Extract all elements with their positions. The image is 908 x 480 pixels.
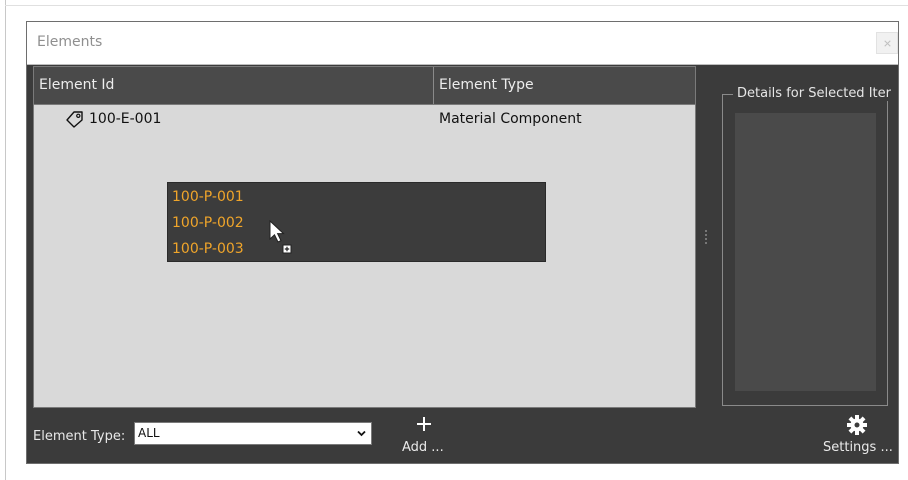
element-type-select-value: ALL bbox=[138, 426, 160, 440]
grid-header: Element Id Element Type bbox=[34, 67, 695, 105]
details-panel-title: Details for Selected Iter bbox=[733, 86, 892, 101]
page-edge bbox=[5, 5, 908, 6]
drag-copy-cursor-icon bbox=[269, 220, 292, 254]
column-header-element-type[interactable]: Element Type bbox=[434, 67, 695, 104]
add-button-label: Add ... bbox=[402, 440, 444, 455]
settings-button[interactable]: Settings ... bbox=[818, 412, 898, 458]
element-type-select[interactable]: ALL bbox=[134, 422, 372, 445]
element-id-cell: 100-E-001 bbox=[89, 111, 162, 127]
page-edge bbox=[5, 0, 6, 480]
close-icon bbox=[883, 39, 891, 47]
add-button[interactable]: Add ... bbox=[400, 412, 448, 458]
settings-button-label: Settings ... bbox=[823, 440, 893, 455]
element-type-label: Element Type: bbox=[33, 429, 126, 444]
title-bar: Elements bbox=[27, 22, 898, 65]
drag-preview-item: 100-P-001 bbox=[172, 189, 244, 205]
tag-icon bbox=[66, 111, 83, 128]
gear-icon bbox=[847, 415, 867, 435]
drag-preview-item: 100-P-003 bbox=[172, 241, 244, 257]
plus-icon bbox=[417, 417, 431, 431]
drag-preview-list: 100-P-001 100-P-002 100-P-003 bbox=[167, 182, 546, 262]
splitter-grip-icon[interactable] bbox=[705, 230, 707, 244]
chevron-down-icon bbox=[357, 430, 366, 437]
column-header-element-id[interactable]: Element Id bbox=[34, 67, 434, 104]
drag-preview-item: 100-P-002 bbox=[172, 215, 244, 231]
details-panel: Details for Selected Iter bbox=[722, 86, 892, 406]
close-button[interactable] bbox=[876, 32, 898, 54]
element-type-cell: Material Component bbox=[439, 111, 582, 127]
details-panel-body bbox=[735, 113, 876, 391]
window-title: Elements bbox=[37, 34, 103, 50]
table-row[interactable]: 100-E-001 Material Component bbox=[34, 107, 695, 133]
